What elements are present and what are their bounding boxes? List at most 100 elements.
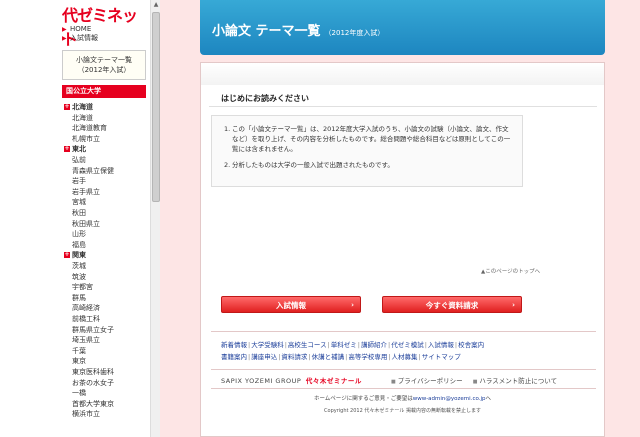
footer-link[interactable]: 講師紹介: [361, 341, 387, 349]
sidebar-school-link[interactable]: 群馬県立女子: [72, 325, 114, 335]
intro-heading: はじめにお読みください: [221, 94, 309, 103]
arrow-right-icon: ▶: [62, 35, 67, 42]
notes-box: 1. この「小論文テーマ一覧」は、2012年度大学入試のうち、小論文の試験（小論…: [211, 115, 523, 187]
sidebar-region[interactable]: + 東北: [64, 144, 86, 154]
page-subtitle: （2012年度入試）: [324, 29, 385, 37]
sidebar-school-link[interactable]: 群馬: [72, 293, 86, 303]
footer-divider: [211, 331, 596, 332]
footer-link[interactable]: 休講と補講: [312, 353, 345, 361]
entrance-info-button-label: 入試情報: [276, 301, 306, 310]
yozemi-brand-logo[interactable]: 代々木ゼミナール: [306, 377, 362, 385]
page-banner: 小論文 テーマ一覧 （2012年度入試）: [200, 0, 605, 55]
entrance-info-button[interactable]: 入試情報 ›: [221, 296, 361, 313]
nav-home[interactable]: ▶ HOME: [62, 25, 98, 34]
chevron-right-icon: ›: [351, 301, 354, 309]
chevron-right-icon: ›: [512, 301, 515, 309]
note-item: 1. この「小論文テーマ一覧」は、2012年度大学入試のうち、小論文の試験（小論…: [224, 124, 512, 154]
note-text: この「小論文テーマ一覧」は、2012年度大学入試のうち、小論文の試験（小論文、論…: [232, 125, 511, 153]
sidebar-school-link[interactable]: 一橋: [72, 388, 86, 398]
page-top-link[interactable]: ▲このページのトップへ: [481, 267, 540, 275]
note-text: 分析したものは大学の一般入試で出題されたものです。: [232, 161, 394, 169]
link-separator: |: [388, 353, 391, 361]
sidebar-region[interactable]: + 北海道: [64, 102, 93, 112]
sidebar-school-link[interactable]: 岩手: [72, 176, 86, 186]
sidebar-school-link[interactable]: 茨城: [72, 261, 86, 271]
footer-link[interactable]: 大学受験科: [251, 341, 284, 349]
nav-home-link[interactable]: HOME: [70, 25, 91, 34]
sidebar-school-link[interactable]: 秋田: [72, 208, 86, 218]
sidebar-school-link[interactable]: 福島: [72, 240, 86, 250]
nav-entrance-info[interactable]: ▶ 入試情報: [62, 34, 98, 43]
sidebar-school-link[interactable]: 青森県立保健: [72, 166, 114, 176]
footer-divider: [211, 388, 596, 389]
footer-link[interactable]: サイトマップ: [422, 353, 461, 361]
top-nav: ▶ HOME ▶ 入試情報: [62, 25, 98, 43]
link-separator: |: [345, 353, 348, 361]
sidebar-school-link[interactable]: 首都大学東京: [72, 399, 114, 409]
request-materials-button[interactable]: 今すぐ資料請求 ›: [382, 296, 522, 313]
contact-email-link[interactable]: www-admin@yozemi.co.jp: [413, 396, 486, 402]
footer-link[interactable]: 代ゼミ模試: [391, 341, 424, 349]
footer-links: 新着情報|大学受験科|高校生コース|単科ゼミ|講師紹介|代ゼミ模試|入試情報|校…: [221, 339, 531, 363]
plus-icon: +: [64, 251, 70, 259]
sidebar-school-link[interactable]: 千葉: [72, 346, 86, 356]
link-separator: |: [308, 353, 311, 361]
page-title: 小論文 テーマ一覧 （2012年度入試）: [212, 20, 384, 39]
sidebar-school-link[interactable]: 横浜市立: [72, 409, 100, 419]
category-header: 国公立大学: [62, 85, 146, 98]
sidebar-school-link[interactable]: 宮城: [72, 197, 86, 207]
contact-suffix: へ: [485, 396, 492, 402]
footer-link[interactable]: 入試情報: [428, 341, 454, 349]
sidebar-school-link[interactable]: 北海道: [72, 113, 93, 123]
contact-line: ホームページに関するご意見・ご要望はwww-admin@yozemi.co.jp…: [201, 394, 604, 402]
footer-link[interactable]: 新着情報: [221, 341, 247, 349]
sidebar-school-link[interactable]: 札幌市立: [72, 134, 100, 144]
footer-link[interactable]: 講座申込: [251, 353, 277, 361]
footer-link[interactable]: 校舎案内: [458, 341, 484, 349]
sidebar-school-link[interactable]: 秋田県立: [72, 219, 100, 229]
sidebar-school-link[interactable]: 埼玉県立: [72, 335, 100, 345]
footer-link[interactable]: 資料請求: [281, 353, 307, 361]
link-separator: |: [388, 341, 391, 349]
arrow-right-icon: ■: [472, 379, 478, 385]
sidebar-school-link[interactable]: 前橋工科: [72, 314, 100, 324]
plus-icon: +: [64, 103, 70, 110]
sidebar-school-link[interactable]: お茶の水女子: [72, 378, 114, 388]
nav-entrance-info-link[interactable]: 入試情報: [70, 34, 98, 43]
copyright: Copyright 2012 代々木ゼミナール 掲載内容の無断転載を禁止します: [324, 408, 481, 414]
sidebar-region-label: 北海道: [72, 103, 93, 111]
main-content: 小論文 テーマ一覧 （2012年度入試） はじめにお読みください 1. この「小論…: [160, 0, 640, 437]
sidebar-school-link[interactable]: 高崎経済: [72, 303, 100, 313]
sidebar-school-link[interactable]: 東京: [72, 356, 86, 366]
page-title-text: 小論文 テーマ一覧: [212, 24, 321, 39]
sidebar-school-link[interactable]: 岩手県立: [72, 187, 100, 197]
note-number: 2.: [224, 161, 231, 169]
policy-links: ■ プライバシーポリシー ■ ハラスメント防止について: [391, 375, 557, 385]
link-separator: |: [357, 341, 360, 349]
sidebar-school-link[interactable]: 筑波: [72, 272, 86, 282]
sidebar-school-link[interactable]: 宇都宮: [72, 282, 93, 292]
theme-box-year: （2012年入試）: [77, 66, 131, 74]
privacy-policy-link[interactable]: プライバシーポリシー: [398, 377, 463, 385]
footer-link[interactable]: 人材募集: [392, 353, 418, 361]
sidebar-region[interactable]: + 関東: [64, 250, 86, 260]
footer-link[interactable]: 高校生コース: [288, 341, 327, 349]
note-number: 1.: [224, 125, 231, 133]
footer-link[interactable]: 高等学校専用: [348, 353, 387, 361]
sidebar-scrollbar[interactable]: ▲: [150, 0, 160, 437]
sidebar-school-link[interactable]: 弘前: [72, 155, 86, 165]
note-item: 2. 分析したものは大学の一般入試で出題されたものです。: [224, 160, 512, 170]
sidebar-school-link[interactable]: 山形: [72, 229, 86, 239]
plus-icon: +: [64, 145, 70, 153]
harassment-link[interactable]: ハラスメント防止について: [479, 377, 557, 385]
sidebar-school-link[interactable]: 東京医科歯科: [72, 367, 114, 377]
sapix-group-label: SAPIX YOZEMI GROUP: [221, 377, 302, 385]
footer-link[interactable]: 単科ゼミ: [331, 341, 357, 349]
link-separator: |: [454, 341, 458, 349]
footer-link[interactable]: 書籍案内: [221, 353, 247, 361]
scrollbar-thumb[interactable]: [152, 12, 160, 202]
theme-box-title: 小論文テーマ一覧: [76, 56, 132, 64]
sidebar-school-link[interactable]: 北海道教育: [72, 123, 107, 133]
sidebar-region-label: 東北: [72, 145, 86, 154]
link-separator: |: [248, 341, 251, 349]
